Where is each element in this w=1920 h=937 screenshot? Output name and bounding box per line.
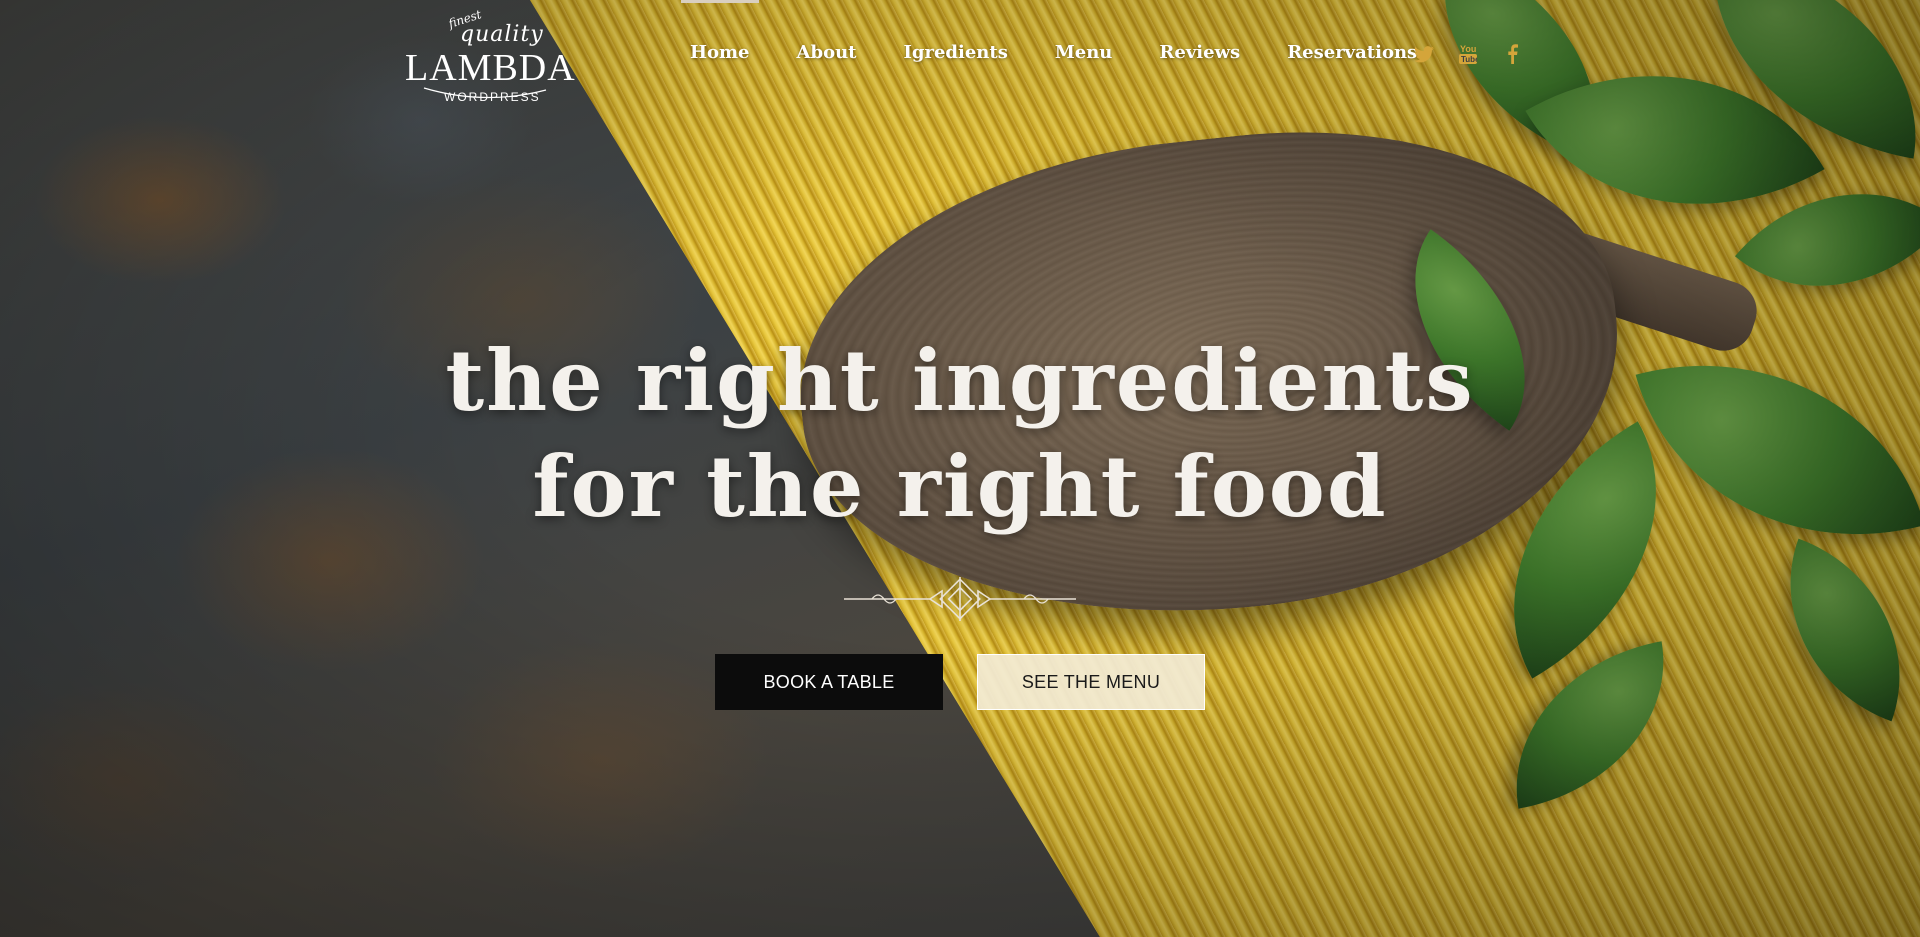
ornament-divider-icon [844,577,1076,621]
site-logo[interactable]: finest quality LAMBDA WORDPRESS [400,7,575,104]
site-header: finest quality LAMBDA WORDPRESS Home Abo… [0,0,1920,110]
facebook-icon[interactable] [1502,44,1522,64]
book-table-button[interactable]: BOOK A TABLE [715,654,943,710]
svg-text:Tube: Tube [1461,55,1477,64]
twitter-icon[interactable] [1414,44,1434,64]
nav-item-ingredients[interactable]: Igredients [903,42,1007,63]
hero-section: finest quality LAMBDA WORDPRESS Home Abo… [0,0,1920,937]
logo-subtitle: WORDPRESS [444,90,541,104]
nav-item-home[interactable]: Home [681,0,758,63]
nav-item-reservations[interactable]: Reservations [1287,42,1417,63]
nav-item-reviews[interactable]: Reviews [1159,42,1240,63]
svg-text:You: You [1460,44,1476,54]
nav-item-about[interactable]: About [797,42,857,63]
hero-headline: the right ingredients for the right food [0,328,1920,540]
hero-headline-line-1: the right ingredients [445,331,1475,430]
social-links: You Tube [1414,44,1522,64]
see-menu-button[interactable]: SEE THE MENU [977,654,1205,710]
main-nav: Home About Igredients Menu Reviews Reser… [681,0,1464,63]
logo-quality-text: quality [460,22,544,47]
hero-headline-line-2: for the right food [532,437,1388,536]
nav-item-menu[interactable]: Menu [1055,42,1113,63]
youtube-icon[interactable]: You Tube [1458,44,1478,64]
